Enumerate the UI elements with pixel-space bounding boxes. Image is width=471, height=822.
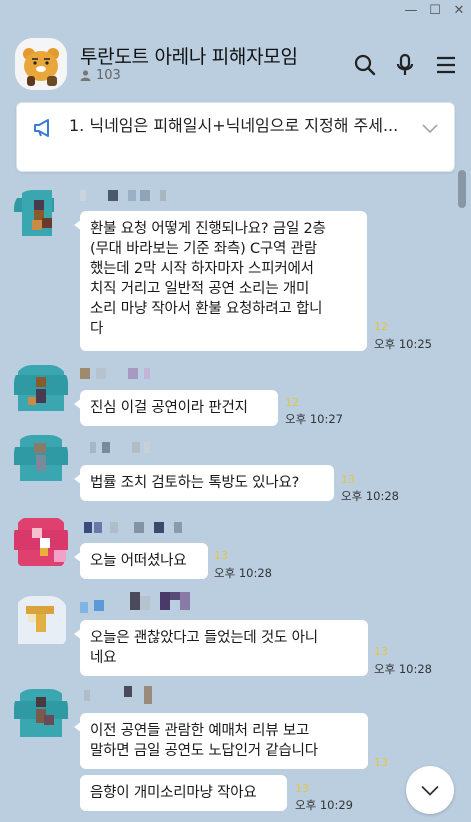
chat-header: 투란도트 아레나 피해자모임 103 xyxy=(0,20,471,100)
message-line: 다 xyxy=(90,321,104,337)
unread-count: 13 xyxy=(295,782,309,795)
scrollbar-thumb[interactable] xyxy=(458,170,466,208)
menu-icon[interactable] xyxy=(434,53,458,77)
message-bubble[interactable]: 진심 이걸 공연이라 판건지 xyxy=(74,390,278,426)
avatar[interactable] xyxy=(14,435,68,489)
avatar[interactable] xyxy=(14,190,68,244)
member-count[interactable]: 103 xyxy=(80,68,121,83)
message-text: 오늘 어떠셨나요 xyxy=(90,553,187,569)
search-icon[interactable] xyxy=(353,53,377,77)
microphone-icon[interactable] xyxy=(393,53,417,77)
message-text: 음향이 개미소리마냥 작아요 xyxy=(90,785,257,801)
message-bubble[interactable]: 오늘 어떠셨나요 xyxy=(74,543,208,579)
message-time: 오후 10:27 xyxy=(285,412,343,426)
message-bubble[interactable]: 오늘은 괜찮았다고 들었는데 것도 아니 네요 xyxy=(74,620,368,676)
message-line: 말하면 금일 공연도 노답인거 같습니다 xyxy=(90,743,318,759)
unread-count: 13 xyxy=(341,473,355,486)
message-text: 진심 이걸 공연이라 판건지 xyxy=(90,400,248,416)
message-line: 오늘은 괜찮았다고 들었는데 것도 아니 xyxy=(90,630,318,646)
avatar[interactable] xyxy=(14,365,68,419)
minimize-button[interactable]: — xyxy=(399,0,423,20)
message-time: 오후 10:28 xyxy=(374,662,432,676)
message-bubble[interactable]: 이전 공연들 관람한 예매처 리뷰 보고 말하면 금일 공연도 노답인거 같습니… xyxy=(74,713,368,769)
close-button[interactable]: ✕ xyxy=(447,0,471,20)
message-time: 오후 10:29 xyxy=(295,798,353,812)
window-controls: — ☐ ✕ xyxy=(0,0,471,20)
message-line: 했는데 2막 시작 하자마자 스피커에서 xyxy=(90,261,314,277)
scroll-down-button[interactable] xyxy=(406,766,454,814)
avatar[interactable] xyxy=(14,596,68,650)
unread-count: 12 xyxy=(374,320,388,333)
room-avatar[interactable] xyxy=(15,38,67,90)
member-count-value: 103 xyxy=(96,68,121,83)
message-time: 오후 10:28 xyxy=(214,566,272,580)
megaphone-icon xyxy=(33,118,55,142)
message-line: (무대 바라보는 기준 좌측) C구역 관람 xyxy=(90,241,317,257)
notice-banner[interactable]: 1. 닉네임은 피해일시+닉네임으로 지정해 주세... xyxy=(16,102,455,172)
person-icon xyxy=(80,70,91,81)
message-line: 치직 거리고 일반적 공연 소리는 개미 xyxy=(90,281,310,297)
message-time: 오후 10:25 xyxy=(374,337,432,351)
message-bubble[interactable]: 법률 조치 검토하는 톡방도 있나요? xyxy=(74,465,334,501)
maximize-button[interactable]: ☐ xyxy=(423,0,447,20)
avatar[interactable] xyxy=(14,689,68,743)
room-title: 투란도트 아레나 피해자모임 xyxy=(80,46,298,68)
message-time: 오후 10:28 xyxy=(341,489,399,503)
notice-text: 1. 닉네임은 피해일시+닉네임으로 지정해 주세... xyxy=(69,116,399,135)
message-line: 소리 마냥 작아서 환불 요청하려고 합니 xyxy=(90,301,323,317)
message-line: 네요 xyxy=(90,650,117,666)
chevron-down-icon[interactable] xyxy=(422,119,438,138)
message-line: 환불 요청 어떻게 진행되나요? 금일 2층 xyxy=(90,221,326,237)
message-text: 법률 조치 검토하는 톡방도 있나요? xyxy=(90,475,300,491)
message-bubble[interactable]: 음향이 개미소리마냥 작아요 xyxy=(80,775,287,811)
unread-count: 12 xyxy=(285,396,299,409)
message-line: 이전 공연들 관람한 예매처 리뷰 보고 xyxy=(90,723,310,739)
ryan-character-icon xyxy=(15,38,67,90)
chevron-down-icon xyxy=(421,785,439,796)
unread-count: 13 xyxy=(374,645,388,658)
unread-count: 13 xyxy=(374,756,388,769)
message-bubble[interactable]: 환불 요청 어떻게 진행되나요? 금일 2층 (무대 바라보는 기준 좌측) C… xyxy=(74,211,367,351)
unread-count: 13 xyxy=(214,549,228,562)
avatar[interactable] xyxy=(14,516,68,570)
